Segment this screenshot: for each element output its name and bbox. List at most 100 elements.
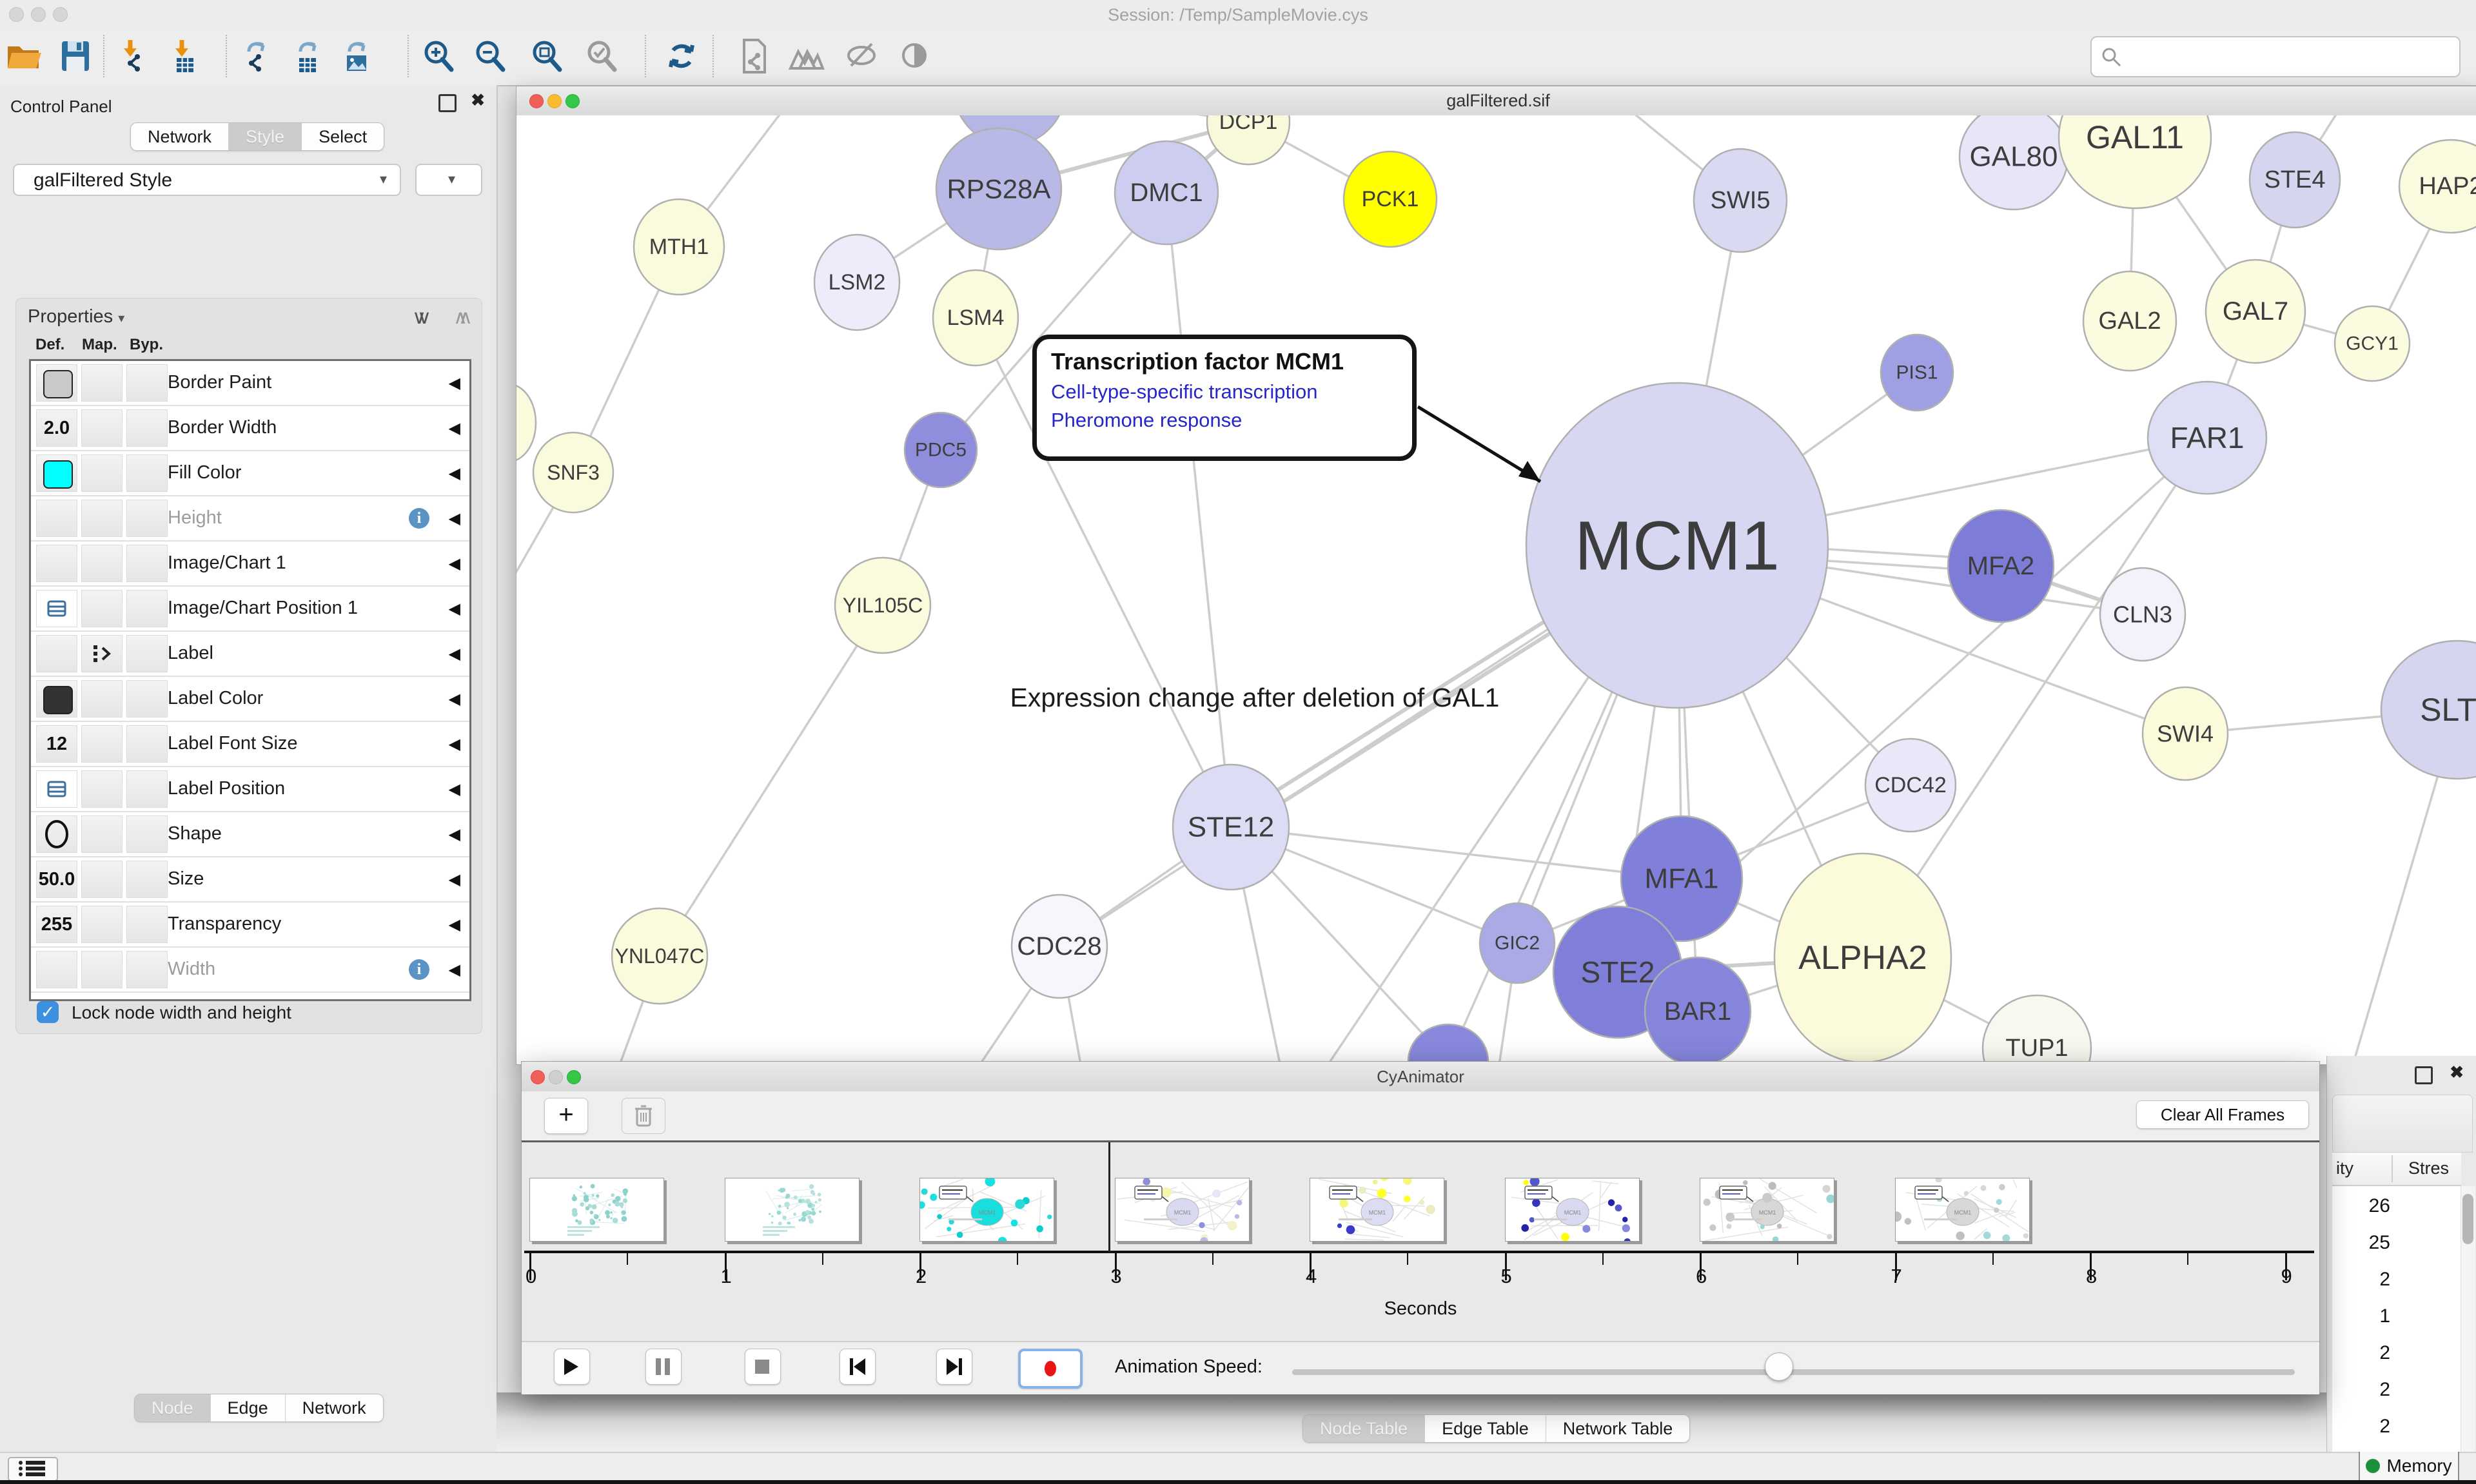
bypass-cell[interactable]	[126, 815, 168, 853]
properties-header[interactable]: Properties ▾	[28, 306, 124, 327]
network-node-gcy1[interactable]: GCY1	[2335, 306, 2410, 381]
default-value-cell[interactable]	[36, 454, 77, 492]
clear-all-frames-button[interactable]: Clear All Frames	[2136, 1100, 2309, 1129]
mapping-cell[interactable]	[81, 770, 123, 808]
expand-property-icon[interactable]: ◀	[449, 735, 460, 754]
expand-all-icon[interactable]: ∨∨	[412, 306, 422, 329]
zoom-out-icon[interactable]	[472, 37, 509, 75]
frame-thumbnail[interactable]	[725, 1178, 860, 1242]
property-row[interactable]: Image/Chart 1◀	[31, 542, 469, 587]
network-node-cdc42[interactable]: CDC42	[1865, 739, 1956, 832]
float-table-panel-icon[interactable]	[2415, 1066, 2433, 1084]
property-row[interactable]: Label◀	[31, 632, 469, 677]
network-node-lsm4[interactable]: LSM4	[933, 270, 1018, 366]
info-icon[interactable]: i	[409, 959, 429, 980]
collapse-all-icon[interactable]: ∧∧	[453, 306, 464, 329]
bypass-cell[interactable]	[126, 770, 168, 808]
mapping-cell[interactable]	[81, 454, 123, 492]
table-cell-value[interactable]: 2	[2332, 1416, 2390, 1438]
frame-thumbnail[interactable]: MCM1	[1505, 1178, 1640, 1242]
zoom-fit-icon[interactable]	[529, 37, 566, 75]
float-panel-icon[interactable]	[438, 94, 457, 112]
default-value-cell[interactable]	[36, 951, 77, 988]
frame-thumbnail[interactable]: MCM1	[919, 1178, 1054, 1242]
mapping-cell[interactable]	[81, 725, 123, 763]
network-edge[interactable]	[660, 605, 883, 956]
network-node-gal80[interactable]: GAL80	[1960, 115, 2068, 210]
network-node-cln3[interactable]: CLN3	[2100, 568, 2185, 661]
expand-property-icon[interactable]: ◀	[449, 464, 460, 483]
network-node-ste4[interactable]: STE4	[2250, 132, 2340, 228]
tab-network-table[interactable]: Network Table	[1546, 1415, 1690, 1442]
mapping-cell[interactable]	[81, 590, 123, 627]
table-cell-value[interactable]: 1	[2332, 1305, 2390, 1327]
expand-property-icon[interactable]: ◀	[449, 645, 460, 663]
expand-property-icon[interactable]: ◀	[449, 690, 460, 708]
property-row[interactable]: 255Transparency◀	[31, 903, 469, 948]
network-node-far1[interactable]: FAR1	[2148, 382, 2266, 494]
network-node-gal2[interactable]: GAL2	[2083, 271, 2176, 371]
close-table-panel-icon[interactable]: ✖	[2450, 1062, 2464, 1082]
stop-button[interactable]	[745, 1349, 781, 1385]
expand-property-icon[interactable]: ◀	[449, 870, 460, 889]
export-network-icon[interactable]	[237, 37, 275, 75]
network-node-hap2[interactable]: HAP2	[2399, 140, 2476, 233]
search-input[interactable]	[2090, 36, 2461, 77]
frame-thumbnail[interactable]: MCM1	[1895, 1178, 2030, 1242]
memory-button[interactable]: Memory	[2359, 1450, 2459, 1481]
table-cell-value[interactable]: 2	[2332, 1379, 2390, 1401]
network-node-ynl047c[interactable]: YNL047C	[612, 908, 707, 1004]
property-row[interactable]: Fill Color◀	[31, 451, 469, 496]
network-edge[interactable]	[1166, 193, 1231, 827]
open-session-icon[interactable]	[5, 37, 43, 75]
annotation-link[interactable]: Pheromone response	[1051, 409, 1412, 432]
frame-thumbnail[interactable]	[529, 1178, 664, 1242]
network-node-yil105c[interactable]: YIL105C	[835, 558, 930, 653]
bypass-cell[interactable]	[126, 590, 168, 627]
frame-thumbnail[interactable]: MCM1	[1115, 1178, 1250, 1242]
export-image-icon[interactable]	[338, 37, 375, 75]
property-row[interactable]: Label Color◀	[31, 677, 469, 722]
network-edge[interactable]	[1231, 827, 1682, 879]
network-node-rps28a[interactable]: RPS28A	[936, 128, 1061, 249]
default-value-cell[interactable]	[36, 590, 77, 627]
network-canvas[interactable]: DCP1RPS28ADMC1PCK1MTH1LSM2LSM4SWI5GAL80G…	[516, 115, 2476, 1064]
default-value-cell[interactable]	[36, 545, 77, 582]
expand-property-icon[interactable]: ◀	[449, 419, 460, 438]
skip-end-button[interactable]	[936, 1349, 972, 1385]
expand-property-icon[interactable]: ◀	[449, 961, 460, 979]
mapping-cell[interactable]	[81, 364, 123, 402]
pause-button[interactable]	[645, 1349, 682, 1385]
network-node-snf3[interactable]: SNF3	[533, 433, 613, 513]
mapping-cell[interactable]	[81, 861, 123, 898]
lock-size-checkbox[interactable]: ✓	[37, 1001, 59, 1023]
network-node-dmc1[interactable]: DMC1	[1115, 141, 1218, 244]
network-node-dcp1[interactable]: DCP1	[1207, 115, 1290, 164]
expand-property-icon[interactable]: ◀	[449, 509, 460, 528]
bypass-cell[interactable]	[126, 951, 168, 988]
annotation-callout[interactable]: Transcription factor MCM1 Cell-type-spec…	[1032, 335, 1417, 461]
network-node-bar1[interactable]: BAR1	[1645, 957, 1751, 1064]
table-cell-value[interactable]: 2	[2332, 1342, 2390, 1364]
animation-speed-slider-handle[interactable]	[1765, 1352, 1793, 1381]
bypass-cell[interactable]	[126, 861, 168, 898]
mapping-cell[interactable]	[81, 500, 123, 537]
close-panel-icon[interactable]: ✖	[471, 90, 485, 110]
tab-style[interactable]: Style	[229, 123, 302, 150]
table-header[interactable]: ity Stres	[2332, 1153, 2461, 1186]
network-node-slt2[interactable]: SLT2	[2381, 641, 2476, 779]
property-row[interactable]: Label Position◀	[31, 767, 469, 812]
mapping-cell[interactable]	[81, 951, 123, 988]
default-value-cell[interactable]	[36, 364, 77, 402]
property-row[interactable]: 12Label Font Size◀	[31, 722, 469, 767]
zoom-in-icon[interactable]	[420, 37, 458, 75]
skip-start-button[interactable]	[840, 1349, 876, 1385]
property-row[interactable]: Widthi◀	[31, 948, 469, 993]
mapping-cell[interactable]	[81, 635, 123, 672]
network-node-swi4[interactable]: SWI4	[2143, 687, 2228, 780]
network-node-pis1[interactable]: PIS1	[1881, 335, 1953, 411]
bypass-cell[interactable]	[126, 906, 168, 943]
table-cell-value[interactable]: 2	[2332, 1269, 2390, 1291]
expand-property-icon[interactable]: ◀	[449, 915, 460, 934]
timeline-playhead[interactable]	[1108, 1142, 1110, 1252]
